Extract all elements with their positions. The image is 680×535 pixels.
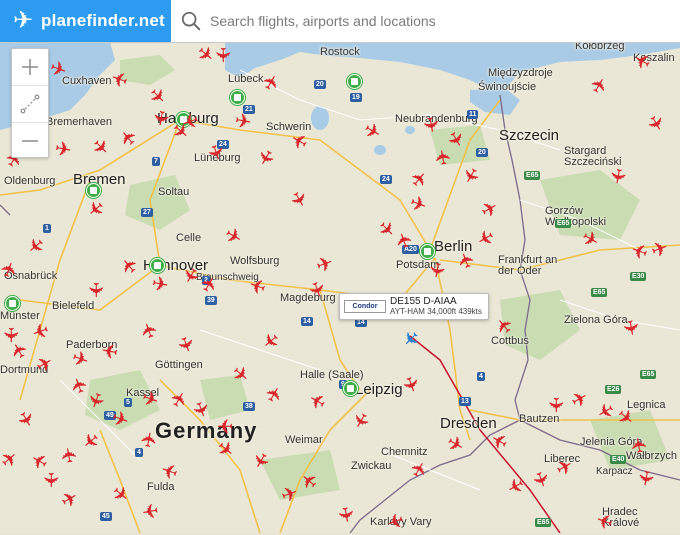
road-badge: 4 [477, 372, 485, 381]
aircraft-icon[interactable]: ✈ [229, 108, 257, 136]
aircraft-icon[interactable]: ✈ [210, 43, 234, 67]
city-label: Oldenburg [4, 175, 56, 187]
road-badge: 19 [350, 93, 362, 102]
plus-icon [22, 59, 38, 75]
road-badge: 11 [467, 110, 479, 119]
aircraft-icon[interactable]: ✈ [631, 464, 659, 492]
road-badge: 20 [314, 80, 326, 89]
city-label: Celle [176, 232, 202, 244]
flight-callsign: DE155 D-AIAA [390, 296, 457, 307]
road-badge: E65 [555, 219, 572, 228]
aircraft-icon[interactable]: ✈ [83, 278, 107, 302]
road-badge: E65 [640, 370, 657, 379]
city-label: Cottbus [491, 335, 529, 347]
city-label: Dresden [440, 415, 497, 432]
city-label: Świnoujście [478, 81, 537, 93]
road-badge: 5 [124, 398, 132, 407]
aircraft-icon[interactable]: ✈ [213, 413, 237, 437]
brand-name: planefinder.net [41, 11, 165, 30]
road-badge: E26 [605, 385, 622, 394]
plane-logo-icon: ✈ [12, 7, 34, 34]
road-badge: E65 [591, 288, 608, 297]
city-label: Soltau [158, 186, 190, 198]
flight-route-details: AYT-HAM 34,000ft 439kts [390, 307, 482, 316]
road-badge: 13 [459, 397, 471, 406]
aircraft-icon[interactable]: ✈ [136, 426, 164, 454]
road-badge: 14 [301, 317, 313, 326]
city-label: Szczecin [499, 127, 560, 144]
aircraft-icon[interactable]: ✈ [49, 136, 77, 164]
road-badge: E40 [610, 455, 627, 464]
city-label: Międzyzdroje [488, 67, 553, 79]
road-badge: E65 [535, 518, 552, 527]
road-badge: 45 [100, 512, 112, 521]
aircraft-icon[interactable]: ✈ [331, 501, 359, 529]
search-input[interactable] [208, 12, 652, 30]
zoom-out-button[interactable] [12, 123, 48, 159]
top-bar: ✈ planefinder.net [0, 0, 680, 43]
road-badge: 27 [141, 208, 153, 217]
aircraft-icon[interactable]: ✈ [626, 431, 654, 459]
road-badge: 20 [476, 148, 488, 157]
aircraft-icon[interactable]: ✈ [616, 314, 644, 342]
aircraft-icon[interactable]: ✈ [56, 441, 84, 469]
road-badge: 7 [152, 157, 160, 166]
city-label: Karpacz [596, 466, 633, 477]
city-label: Göttingen [155, 359, 203, 371]
road-badge: 38 [243, 402, 255, 411]
city-label: Weimar [285, 434, 323, 446]
aircraft-icon[interactable]: ✈ [96, 336, 124, 364]
minus-icon [22, 140, 38, 142]
airport-marker[interactable] [230, 90, 245, 105]
road-badge: E30 [630, 272, 647, 281]
city-label: Bremerhaven [46, 116, 113, 128]
city-label: Rostock [320, 46, 360, 58]
measure-distance-button[interactable] [12, 86, 48, 123]
airport-marker[interactable] [5, 296, 20, 311]
city-label: Leipzig [355, 381, 403, 398]
city-label: Wolfsburg [230, 255, 280, 267]
ruler-icon [20, 94, 40, 114]
zoom-in-button[interactable] [12, 49, 48, 86]
airport-marker[interactable] [343, 381, 358, 396]
aircraft-icon[interactable]: ✈ [136, 496, 164, 524]
country-label: Germany [155, 418, 258, 443]
city-label: Zwickau [351, 460, 392, 472]
brand-logo[interactable]: ✈ planefinder.net [0, 0, 171, 42]
city-label: Frankfurt an der Oder [498, 254, 558, 277]
flight-info-popup[interactable]: Condor DE155 D-AIAA AYT-HAM 34,000ft 439… [339, 293, 489, 320]
aircraft-icon[interactable]: ✈ [146, 271, 174, 299]
airline-logo: Condor [344, 300, 386, 313]
road-badge: 24 [380, 175, 392, 184]
aircraft-icon[interactable]: ✈ [603, 162, 631, 190]
city-label: Halle (Saale) [300, 369, 364, 381]
search-bar[interactable] [171, 0, 680, 42]
airport-marker[interactable] [347, 74, 362, 89]
road-badge: 1 [43, 224, 51, 233]
map-canvas[interactable]: Germany Rostock Kołobrzeg Koszalin Cuxha… [0, 0, 680, 533]
aircraft-icon[interactable]: ✈ [422, 256, 450, 284]
aircraft-icon[interactable]: ✈ [0, 323, 22, 347]
road-badge: E65 [524, 171, 541, 180]
search-icon [181, 11, 201, 31]
map-controls [11, 48, 49, 158]
